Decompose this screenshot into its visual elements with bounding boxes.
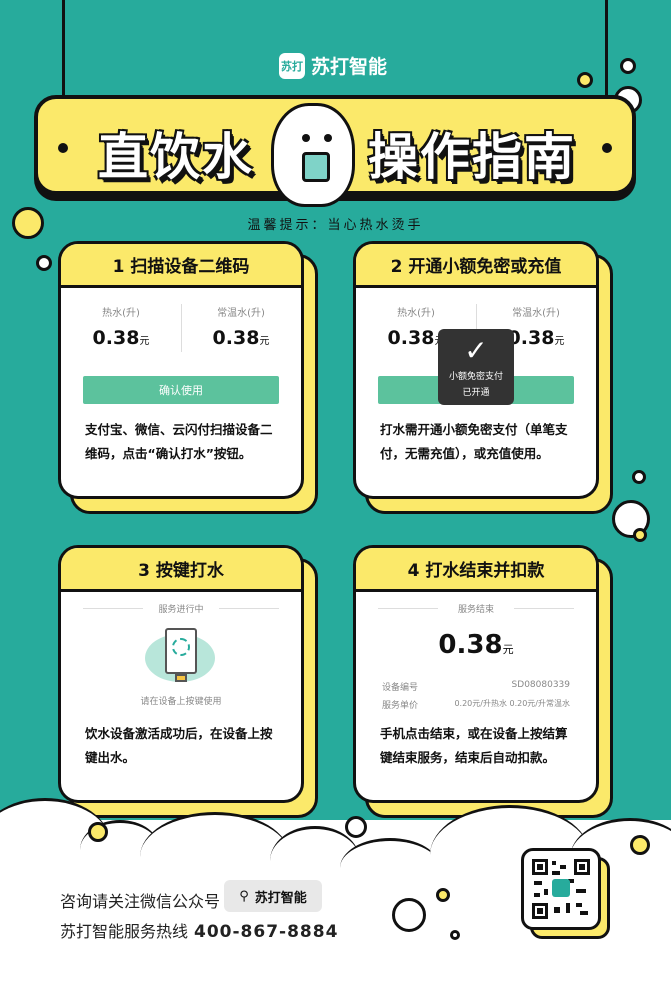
step-heading: 2 开通小额免密或充值 [356, 244, 596, 288]
title-left: 直饮水 [98, 128, 254, 186]
service-status: 服务进行中 [158, 605, 204, 615]
safety-tip: 温馨提示：当心热水烫手 [247, 218, 424, 233]
search-icon: ⚲ [239, 888, 249, 904]
title-right: 操作指南 [368, 128, 576, 186]
confirm-use-button[interactable]: 确认使用 [83, 376, 279, 404]
step-description: 支付宝、微信、云闪付扫描设备二维码，点击“确认打水”按钮。 [85, 422, 273, 461]
hot-label: 热水(升) [102, 308, 140, 319]
device-id: SD08080339 [511, 680, 570, 690]
bubble [630, 835, 650, 855]
toast-line: 已开通 [462, 388, 490, 398]
service-status: 服务结束 [457, 605, 494, 615]
step-card-4: 4 打水结束并扣款 服务结束 0.38元 设备编号 SD08080339 服务单… [353, 545, 599, 803]
step-card-3: 3 按键打水 服务进行中 请在设备上按键使用 饮水设备激活成功后，在设备上按键出… [58, 545, 304, 803]
press-hint: 请在设备上按键使用 [140, 697, 222, 707]
brand-logo: 苏打 苏打智能 [279, 52, 387, 79]
seal-mascot-icon [271, 103, 355, 207]
consult-text: 咨询请关注微信公众号 [60, 892, 221, 911]
qr-code [521, 848, 601, 930]
banner-dot [602, 143, 612, 153]
water-dispenser-icon [145, 626, 215, 688]
search-chip-label: 苏打智能 [254, 890, 307, 906]
step-heading: 4 打水结束并扣款 [356, 548, 596, 592]
hot-price: 0.38 [92, 327, 140, 349]
step-heading: 1 扫描设备二维码 [61, 244, 301, 288]
bubble [450, 930, 460, 940]
banner-dot [58, 143, 68, 153]
hot-label: 热水(升) [397, 308, 435, 319]
bubble [633, 528, 647, 542]
bubble [392, 898, 426, 932]
bubble [345, 816, 367, 838]
bubble [88, 822, 108, 842]
charged-amount: 0.38 [438, 630, 503, 660]
brand-name: 苏打智能 [311, 56, 388, 78]
brand-mark-icon: 苏打 [279, 52, 305, 79]
hanging-line [605, 0, 608, 100]
phone-screen: 服务进行中 请在设备上按键使用 [61, 592, 301, 714]
qr-code-icon [532, 859, 590, 919]
phone-screen: 服务结束 0.38元 设备编号 SD08080339 服务单价 0.20元/升热… [356, 592, 596, 714]
toast-line: 小额免密支付 [448, 372, 503, 382]
phone-screen: 热水(升) 0.38元 常温水(升) 0.38元 确认使用 [61, 288, 301, 410]
normal-label: 常温水(升) [217, 308, 265, 319]
step-description: 打水需开通小额免密支付（单笔支付，无需充值），或充值使用。 [380, 422, 568, 461]
hotline: 苏打智能服务热线 400-867-8884 [60, 918, 338, 942]
hotline-label: 苏打智能服务热线 [60, 922, 189, 941]
hotline-number: 400-867-8884 [194, 922, 339, 942]
step-description: 饮水设备激活成功后，在设备上按键出水。 [85, 726, 273, 765]
check-icon: ✓ [464, 334, 488, 367]
step-heading: 3 按键打水 [61, 548, 301, 592]
hot-price: 0.38 [387, 327, 435, 349]
bubble [436, 888, 450, 902]
device-label: 设备编号 [382, 683, 419, 693]
step-description: 手机点击结束，或在设备上按结算键结束服务，结束后自动扣款。 [380, 726, 568, 765]
normal-label: 常温水(升) [512, 308, 560, 319]
bubble [632, 470, 646, 484]
hanging-line [62, 0, 65, 100]
payment-toast: ✓ 小额免密支付 已开通 [438, 329, 514, 405]
step-card-1: 1 扫描设备二维码 热水(升) 0.38元 常温水(升) 0.38元 确认使用 … [58, 241, 304, 499]
wechat-search-chip[interactable]: ⚲ 苏打智能 [224, 880, 322, 912]
bubble [36, 255, 52, 271]
unit-price: 0.20元/升热水 0.20元/升常温水 [454, 699, 570, 708]
price-label: 服务单价 [382, 701, 419, 711]
bubble [620, 58, 636, 74]
normal-price: 0.38 [507, 327, 555, 349]
bubble [577, 72, 593, 88]
normal-price: 0.38 [212, 327, 260, 349]
